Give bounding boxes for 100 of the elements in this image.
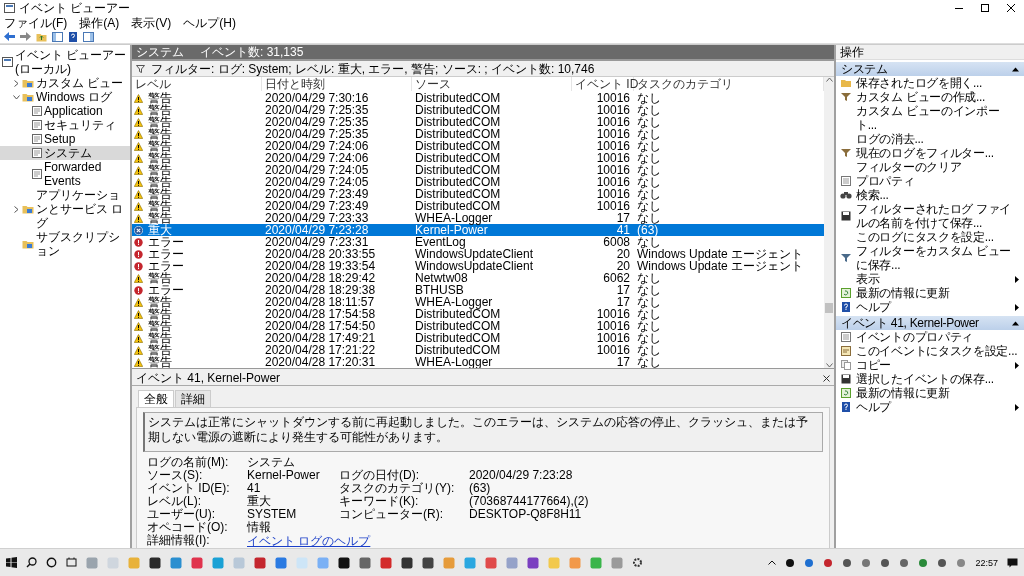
action-item[interactable]: ログの消去... [836, 132, 1024, 146]
collapse-icon[interactable] [1012, 320, 1019, 326]
table-row[interactable]: 警告 2020/04/28 17:21:22 DistributedCOM 10016 なし [132, 344, 824, 356]
table-row[interactable]: 警告 2020/04/29 7:23:49 DistributedCOM 10016 なし [132, 200, 824, 212]
tab[interactable]: 全般 [138, 390, 174, 407]
folder-up-icon[interactable] [36, 31, 47, 42]
close-icon[interactable] [1006, 2, 1016, 13]
table-row[interactable]: 警告 2020/04/29 7:24:06 DistributedCOM 10016 なし [132, 140, 824, 152]
level-text: 警告 [147, 200, 172, 212]
tab[interactable]: 詳細 [175, 390, 211, 407]
scrollbar[interactable] [824, 77, 834, 368]
table-row[interactable]: 警告 2020/04/29 7:30:16 DistributedCOM 10016 なし [132, 92, 824, 104]
action-item[interactable]: 現在のログをフィルター... [836, 146, 1024, 160]
app-icon[interactable] [401, 556, 413, 569]
table-row[interactable]: 警告 2020/04/28 18:11:57 WHEA-Logger 17 なし [132, 296, 824, 308]
tree-item[interactable]: システム [0, 146, 130, 160]
circle-icon[interactable] [46, 557, 57, 568]
table-row[interactable]: 警告 2020/04/29 7:25:35 DistributedCOM 10016 なし [132, 116, 824, 128]
maximize-icon[interactable] [980, 2, 990, 13]
tree-item[interactable]: Application [0, 104, 130, 118]
app-icon[interactable] [422, 556, 434, 569]
column-header[interactable]: ソース [412, 77, 572, 91]
table-row[interactable]: 警告 2020/04/28 17:54:58 DistributedCOM 10016 なし [132, 308, 824, 320]
chevron-up-icon[interactable] [768, 560, 777, 565]
section-header[interactable]: システム [836, 62, 1024, 76]
action-item[interactable]: フィルターをカスタム ビューに保存... [836, 244, 1024, 272]
table-row[interactable]: 警告 2020/04/29 7:24:05 DistributedCOM 10016 なし [132, 176, 824, 188]
panel-icon[interactable] [83, 31, 94, 42]
action-item[interactable]: カスタム ビューのインポート... [836, 104, 1024, 132]
clock-time[interactable]: 22:57 [975, 555, 998, 570]
table-row[interactable]: 警告 2020/04/28 17:54:50 DistributedCOM 10016 なし [132, 320, 824, 332]
column-header[interactable]: 日付と時刻 [262, 77, 412, 91]
app-icon[interactable] [338, 556, 350, 569]
folder-icon [22, 239, 34, 249]
action-item[interactable]: 表示 [836, 272, 1024, 286]
action-item[interactable]: 検索... [836, 188, 1024, 202]
action-item[interactable]: フィルターのクリア [836, 160, 1024, 174]
help-link[interactable]: イベント ログのヘルプ [247, 534, 371, 548]
column-header[interactable]: レベル [132, 77, 262, 91]
table-row[interactable]: 警告 2020/04/29 7:24:06 DistributedCOM 10016 なし [132, 152, 824, 164]
menu-item[interactable]: 表示(V) [131, 15, 172, 30]
app-icon[interactable] [149, 556, 161, 569]
tree-item[interactable]: セキュリティ [0, 118, 130, 132]
action-item[interactable]: プロパティ [836, 174, 1024, 188]
task-view-icon[interactable] [66, 557, 77, 568]
tree-item[interactable]: イベント ビューアー (ローカル) [0, 48, 130, 76]
forward-arrow-icon[interactable] [20, 32, 31, 41]
table-row[interactable]: 警告 2020/04/29 7:24:05 DistributedCOM 10016 なし [132, 164, 824, 176]
table-cell-text: DistributedCOM [414, 164, 502, 176]
notification-icon[interactable] [1007, 557, 1018, 568]
help-icon[interactable] [68, 31, 78, 42]
action-item[interactable]: カスタム ビューの作成... [836, 90, 1024, 104]
action-item[interactable]: イベントのプロパティ [836, 330, 1024, 344]
table-row[interactable]: 警告 2020/04/28 17:49:21 DistributedCOM 10016 なし [132, 332, 824, 344]
log-icon [32, 148, 42, 158]
menu-item[interactable]: 操作(A) [79, 15, 120, 30]
panel-icon[interactable] [52, 31, 63, 42]
tree-item[interactable]: Setup [0, 132, 130, 146]
tree-item[interactable]: Windows ログ [0, 90, 130, 104]
table-row[interactable]: 警告 2020/04/29 7:25:35 DistributedCOM 10016 なし [132, 104, 824, 116]
action-item[interactable]: 最新の情報に更新 [836, 386, 1024, 400]
action-item[interactable]: 最新の情報に更新 [836, 286, 1024, 300]
table-row[interactable]: 重大 2020/04/29 7:23:28 Kernel-Power 41 (63) [132, 224, 824, 236]
chevron-right-icon[interactable] [13, 205, 19, 213]
field-label: レベル(L): [147, 495, 201, 508]
chevron-down-icon[interactable] [12, 94, 20, 100]
table-row[interactable]: 警告 2020/04/28 17:20:31 WHEA-Logger 17 なし [132, 356, 824, 368]
chevron-right-icon[interactable] [13, 79, 19, 87]
action-item[interactable]: ヘルプ [836, 300, 1024, 314]
action-item[interactable]: コピー [836, 358, 1024, 372]
table-row[interactable]: 警告 2020/04/29 7:23:49 DistributedCOM 10016 なし [132, 188, 824, 200]
action-item[interactable]: 選択したイベントの保存... [836, 372, 1024, 386]
back-arrow-icon[interactable] [4, 32, 15, 41]
action-item[interactable]: ヘルプ [836, 400, 1024, 414]
tree-item[interactable]: カスタム ビュー [0, 76, 130, 90]
gear-icon[interactable] [632, 557, 643, 568]
table-row[interactable]: エラー 2020/04/28 20:33:55 WindowsUpdateClient 20 Windows Update エージェント [132, 248, 824, 260]
action-item[interactable]: フィルターされたログ ファイルの名前を付けて保存... [836, 202, 1024, 230]
tray-icon[interactable] [785, 557, 796, 568]
tray-icon[interactable] [842, 557, 853, 568]
menu-item[interactable]: ファイル(F) [4, 15, 68, 30]
windows-logo-icon[interactable] [6, 557, 17, 568]
tree-item[interactable]: Forwarded Events [0, 160, 130, 188]
table-cell-text: 2020/04/28 20:33:55 [264, 248, 377, 260]
table-row[interactable]: エラー 2020/04/28 19:33:54 WindowsUpdateClient 20 Windows Update エージェント [132, 260, 824, 272]
tray-icon[interactable] [880, 557, 891, 568]
table-row[interactable]: 警告 2020/04/29 7:25:35 DistributedCOM 10016 なし [132, 128, 824, 140]
table-row[interactable]: エラー 2020/04/28 18:29:38 BTHUSB 17 なし [132, 284, 824, 296]
menu-item[interactable]: ヘルプ(H) [183, 15, 236, 30]
search-icon[interactable] [26, 557, 37, 568]
table-row[interactable]: 警告 2020/04/28 18:29:42 Netwtw08 6062 なし [132, 272, 824, 284]
action-item[interactable]: 保存されたログを開く... [836, 76, 1024, 90]
action-item[interactable]: このログにタスクを設定... [836, 230, 1024, 244]
section-header[interactable]: イベント 41, Kernel-Power [836, 316, 1024, 330]
tree-item[interactable]: アプリケーションとサービス ログ [0, 188, 130, 230]
tree-item[interactable]: サブスクリプション [0, 230, 130, 258]
table-row[interactable]: 警告 2020/04/29 7:23:33 WHEA-Logger 17 なし [132, 212, 824, 224]
close-icon[interactable] [823, 374, 830, 382]
tray-icon[interactable] [937, 557, 948, 568]
collapse-icon[interactable] [1012, 66, 1019, 72]
